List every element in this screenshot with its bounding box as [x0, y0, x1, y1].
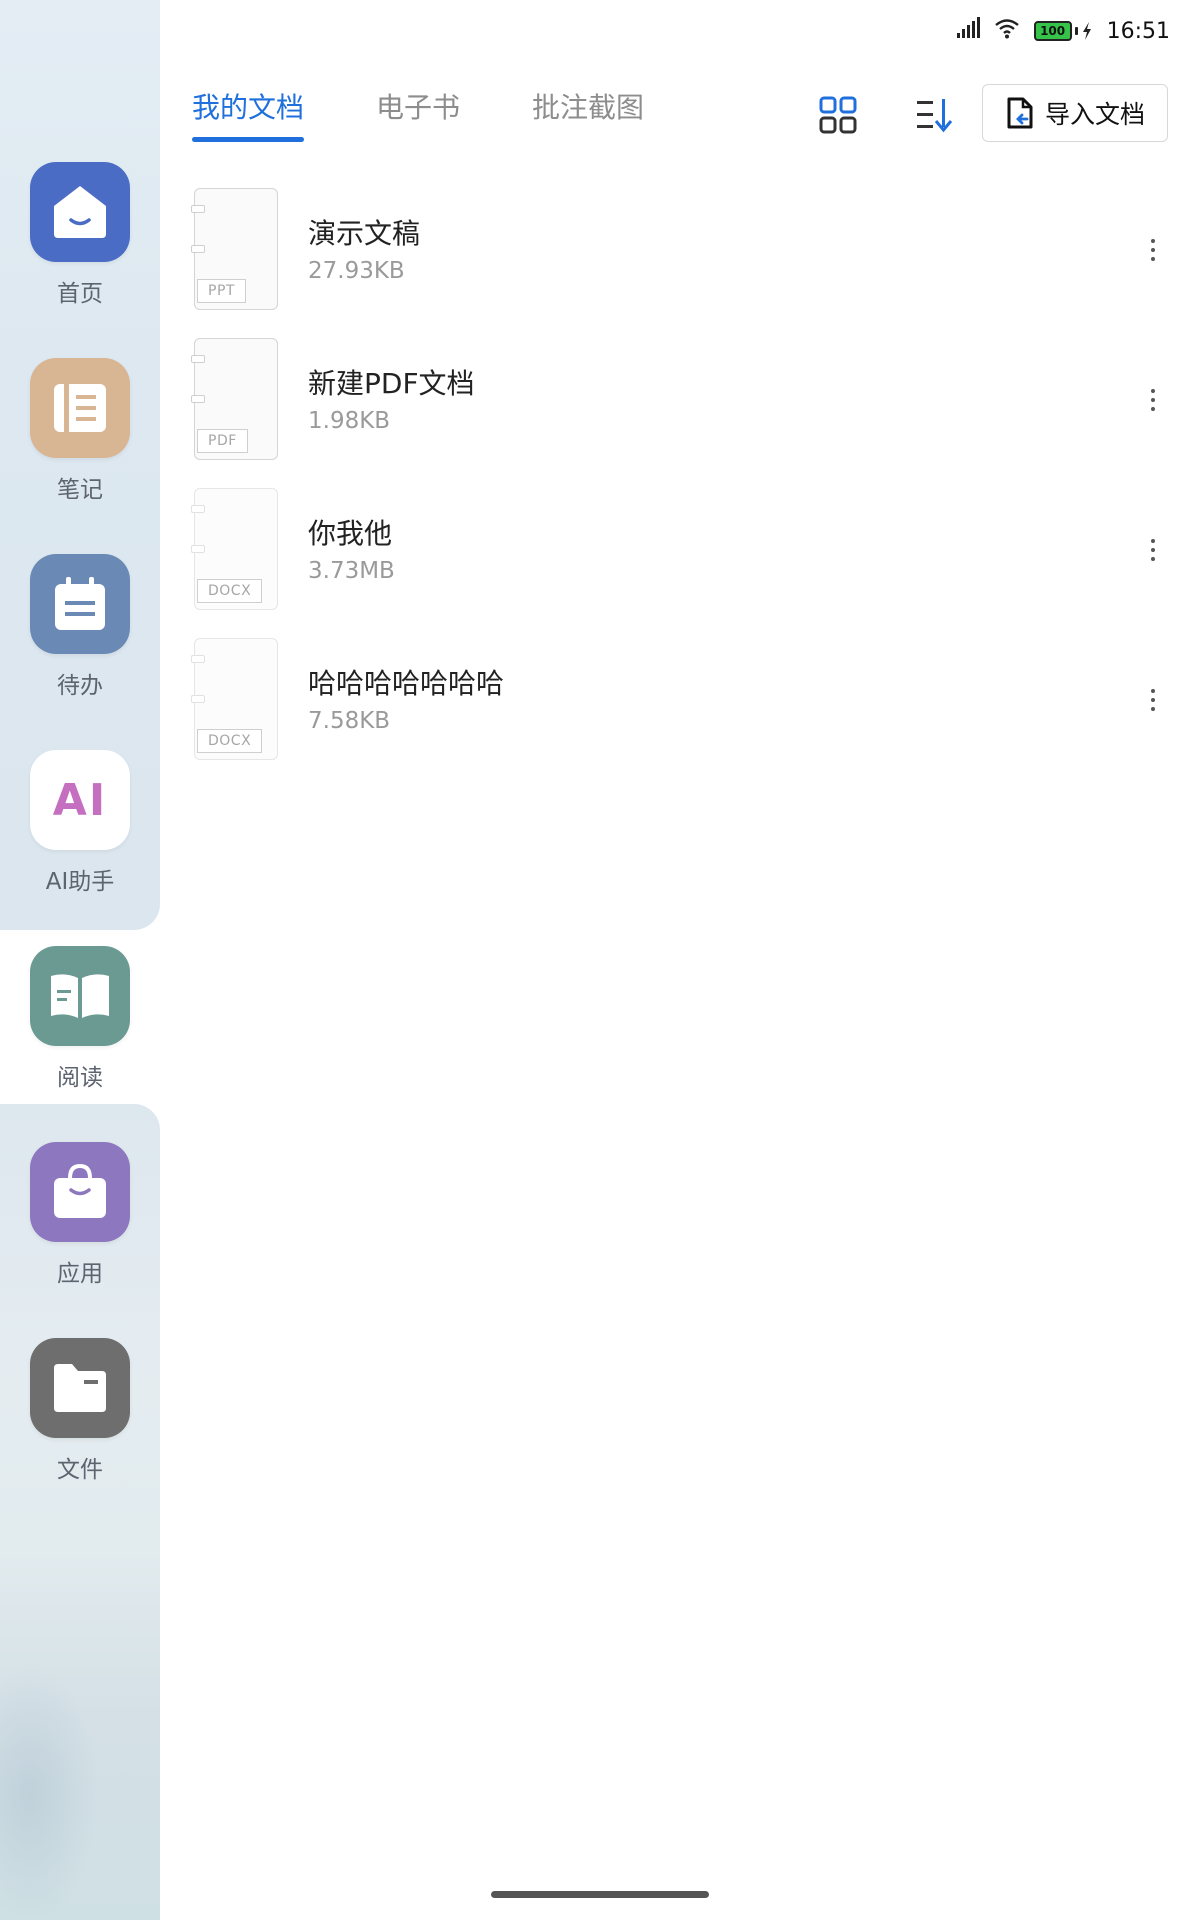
home-indicator[interactable] — [491, 1891, 709, 1898]
sort-icon — [917, 99, 953, 133]
tab-bar: 我的文档 电子书 批注截图 — [192, 86, 716, 146]
shopping-bag-icon — [30, 1142, 130, 1242]
more-options-button[interactable] — [1138, 530, 1168, 570]
list-item[interactable]: PPT 演示文稿 27.93KB — [190, 188, 1168, 316]
charging-icon — [1082, 22, 1091, 40]
document-size: 1.98KB — [308, 408, 391, 434]
ai-icon: AI — [30, 750, 130, 850]
document-name: 新建PDF文档 — [308, 367, 475, 400]
import-button-label: 导入文档 — [1044, 100, 1145, 129]
more-options-button[interactable] — [1138, 380, 1168, 420]
grid-view-icon — [819, 96, 857, 134]
tab-annotation-screenshots[interactable]: 批注截图 — [532, 86, 644, 136]
document-name: 演示文稿 — [308, 217, 421, 250]
sidebar-item-notes[interactable]: 笔记 — [0, 358, 160, 538]
sort-button[interactable] — [911, 92, 957, 138]
grid-view-button[interactable] — [815, 92, 861, 138]
file-type-tag: DOCX — [197, 579, 263, 603]
sidebar-item-home[interactable]: 首页 — [0, 162, 160, 342]
sidebar: 首页 笔记 待办 AI AI助手 阅读 应用 文件 — [0, 0, 160, 1920]
battery-icon: 100 — [1033, 21, 1093, 41]
sidebar-item-ai-assistant[interactable]: AI AI助手 — [0, 750, 160, 930]
sidebar-item-label: 笔记 — [57, 477, 103, 503]
document-size: 3.73MB — [308, 558, 395, 584]
file-type-tag: DOCX — [197, 729, 263, 753]
more-dots-icon — [1151, 689, 1155, 693]
battery-level: 100 — [1033, 21, 1072, 41]
docx-file-icon: DOCX — [191, 638, 278, 760]
file-type-tag: PDF — [197, 429, 248, 453]
notebook-icon — [30, 358, 130, 458]
document-name: 哈哈哈哈哈哈哈 — [308, 667, 505, 700]
file-type-tag: PPT — [197, 279, 246, 303]
document-size: 27.93KB — [308, 258, 405, 284]
more-options-button[interactable] — [1138, 230, 1168, 270]
tab-ebooks[interactable]: 电子书 — [376, 86, 460, 136]
document-name: 你我他 — [308, 517, 393, 550]
import-document-button[interactable]: 导入文档 — [982, 84, 1168, 142]
list-item[interactable]: DOCX 哈哈哈哈哈哈哈 7.58KB — [190, 638, 1168, 766]
more-dots-icon — [1151, 539, 1155, 543]
list-item[interactable]: PDF 新建PDF文档 1.98KB — [190, 338, 1168, 466]
wifi-icon — [994, 17, 1020, 45]
more-options-button[interactable] — [1138, 680, 1168, 720]
sidebar-item-reading[interactable]: 阅读 — [0, 946, 160, 1126]
sidebar-item-label: 首页 — [57, 281, 103, 307]
clock: 16:51 — [1106, 18, 1170, 44]
signal-icon — [956, 17, 980, 45]
status-bar: 100 16:51 — [956, 14, 1170, 48]
todo-icon — [30, 554, 130, 654]
tab-my-documents[interactable]: 我的文档 — [192, 86, 305, 142]
sidebar-item-label: 阅读 — [57, 1065, 103, 1091]
pdf-file-icon: PDF — [191, 338, 278, 460]
sidebar-item-label: 文件 — [57, 1457, 103, 1483]
sidebar-item-label: 应用 — [57, 1261, 103, 1287]
more-dots-icon — [1151, 389, 1155, 393]
sidebar-item-label: 待办 — [57, 673, 103, 699]
sidebar-item-todo[interactable]: 待办 — [0, 554, 160, 734]
docx-file-icon: DOCX — [191, 488, 278, 610]
sidebar-item-label: AI助手 — [45, 869, 115, 895]
more-dots-icon — [1151, 239, 1155, 243]
ai-icon-text: AI — [52, 774, 108, 826]
folder-icon — [30, 1338, 130, 1438]
home-icon — [30, 162, 130, 262]
sidebar-item-files[interactable]: 文件 — [0, 1338, 160, 1518]
ppt-file-icon: PPT — [191, 188, 278, 310]
book-icon — [30, 946, 130, 1046]
document-size: 7.58KB — [308, 708, 391, 734]
list-item[interactable]: DOCX 你我他 3.73MB — [190, 488, 1168, 616]
import-file-icon — [1007, 97, 1033, 129]
sidebar-item-apps[interactable]: 应用 — [0, 1142, 160, 1322]
